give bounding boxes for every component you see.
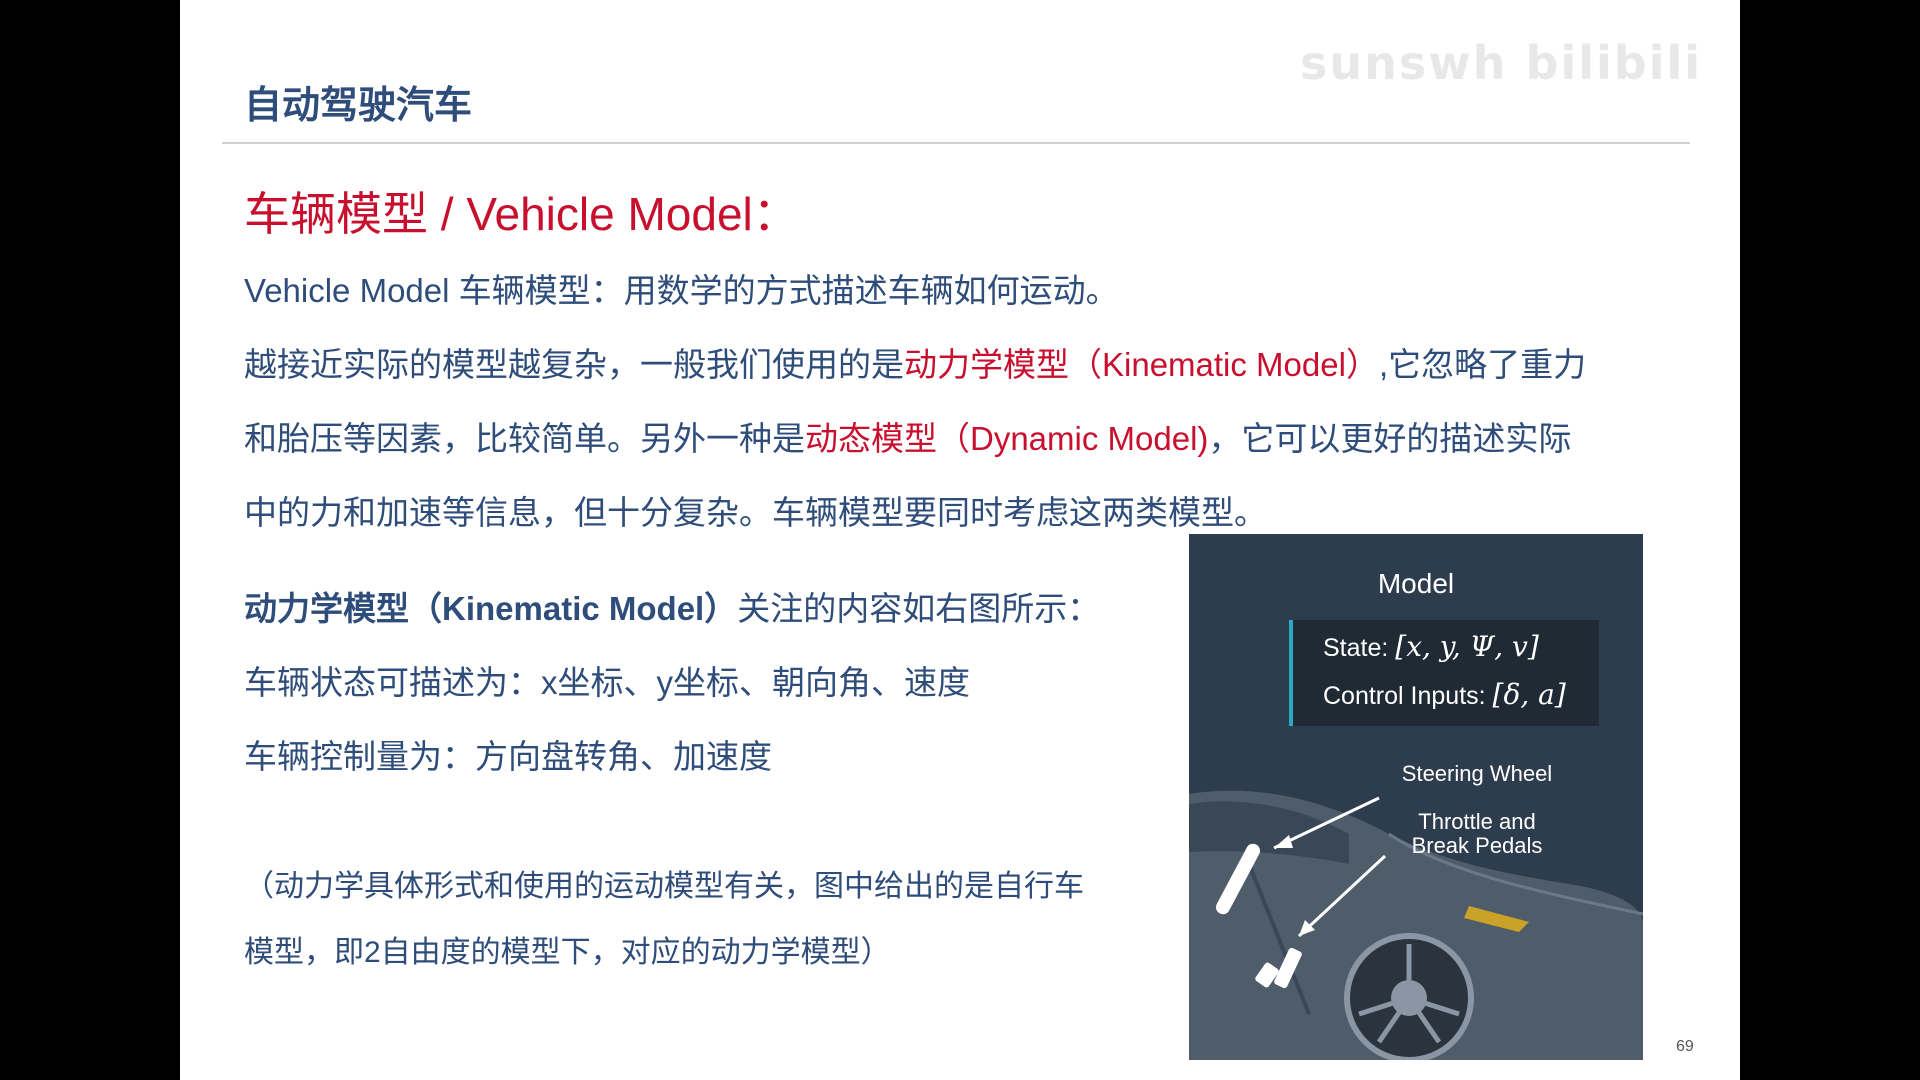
dynamic-model-highlight: 动态模型（Dynamic Model) bbox=[805, 420, 1209, 457]
kinematic-heading-bold: 动力学模型（Kinematic Model） bbox=[244, 590, 738, 627]
line2-text-b: ,它忽略了重力 bbox=[1378, 346, 1587, 383]
kinematic-heading-line: 动力学模型（Kinematic Model）关注的内容如右图所示： bbox=[244, 572, 1100, 646]
note-line-2: 模型，即2自由度的模型下，对应的动力学模型） bbox=[244, 936, 891, 969]
kinematic-heading-rest: 关注的内容如右图所示： bbox=[737, 590, 1101, 627]
paragraph-line-3: 和胎压等因素，比较简单。另外一种是动态模型（Dynamic Model)，它可以… bbox=[244, 402, 1571, 476]
paragraph-line-2: 越接近实际的模型越复杂，一般我们使用的是动力学模型（Kinematic Mode… bbox=[244, 328, 1586, 402]
state-description: 车辆状态可描述为：x坐标、y坐标、朝向角、速度 bbox=[244, 664, 970, 701]
page-number: 69 bbox=[1676, 1038, 1694, 1055]
steering-wheel-label: Steering Wheel bbox=[1401, 761, 1553, 786]
control-description: 车辆控制量为：方向盘转角、加速度 bbox=[244, 738, 772, 775]
line3-text-a: 和胎压等因素，比较简单。另外一种是 bbox=[244, 420, 805, 457]
paragraph-line-4: 中的力和加速等信息，但十分复杂。车辆模型要同时考虑这两类模型。 bbox=[244, 476, 1267, 550]
pedals-label-line-2: Break Pedals bbox=[1411, 833, 1543, 858]
slide: 自动驾驶汽车 sunswh bilibili 车辆模型 / Vehicle Mo… bbox=[180, 0, 1740, 1080]
line2-text-a: 越接近实际的模型越复杂，一般我们使用的是 bbox=[244, 346, 904, 383]
vehicle-model-figure: Model State: [x, y, Ψ, v] Control Inputs… bbox=[1189, 534, 1643, 1060]
paragraph-line-1: Vehicle Model 车辆模型：用数学的方式描述车辆如何运动。 bbox=[244, 254, 1119, 328]
header-divider bbox=[222, 142, 1690, 144]
pedals-label-line-1: Throttle and bbox=[1418, 809, 1536, 834]
line4-text: 中的力和加速等信息，但十分复杂。车辆模型要同时考虑这两类模型。 bbox=[244, 494, 1267, 531]
watermark-logo: sunswh bilibili bbox=[1300, 36, 1702, 90]
kinematic-model-highlight: 动力学模型（Kinematic Model） bbox=[904, 346, 1379, 383]
section-title: 车辆模型 / Vehicle Model： bbox=[244, 188, 799, 240]
note-line-1: （动力学具体形式和使用的运动模型有关，图中给出的是自行车 bbox=[244, 870, 1084, 903]
car-illustration bbox=[1189, 790, 1643, 1060]
header-title: 自动驾驶汽车 bbox=[244, 85, 473, 127]
line1-text: Vehicle Model 车辆模型：用数学的方式描述车辆如何运动。 bbox=[244, 272, 1119, 309]
line3-text-b: ，它可以更好的描述实际 bbox=[1208, 420, 1572, 457]
